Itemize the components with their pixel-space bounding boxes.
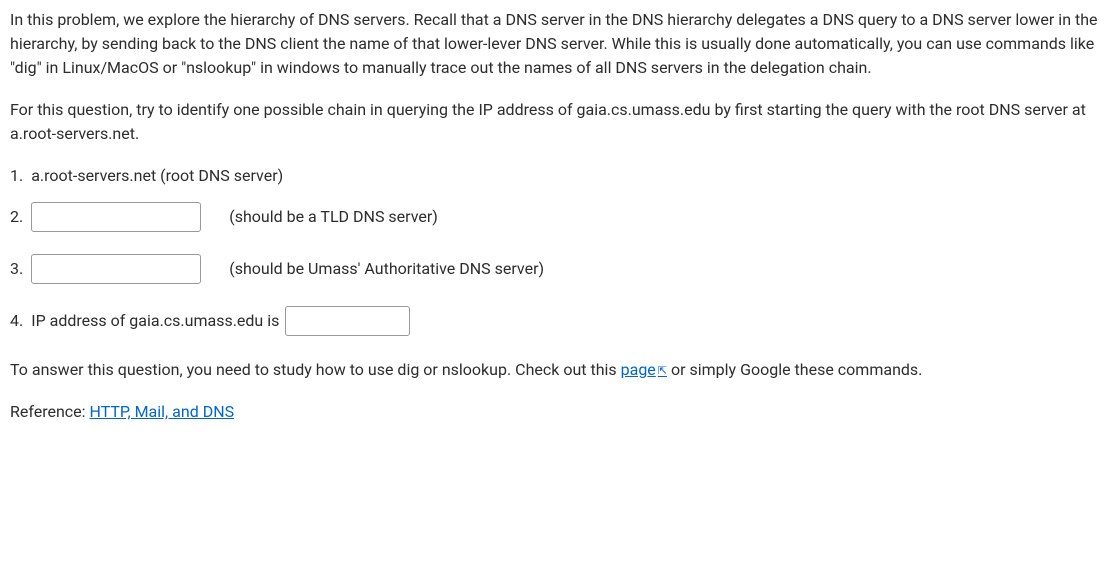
tld-dns-input[interactable] [31,202,201,232]
reference-link[interactable]: HTTP, Mail, and DNS [90,402,235,421]
footer-text-before: To answer this question, you need to stu… [10,360,621,379]
item-number: 2. [10,205,23,229]
reference-paragraph: Reference: HTTP, Mail, and DNS [10,400,1105,424]
page-link[interactable]: page⇱ [621,360,667,379]
footer-text-after: or simply Google these commands. [667,360,922,379]
external-link-icon: ⇱ [658,364,667,377]
instruction-paragraph: For this question, try to identify one p… [10,98,1105,146]
list-item-4: 4. IP address of gaia.cs.umass.edu is [10,306,1105,336]
list-item-2: 2. (should be a TLD DNS server) [10,202,1105,232]
item-label: IP address of gaia.cs.umass.edu is [31,309,279,333]
authoritative-dns-input[interactable] [31,254,201,284]
list-item-1: 1. a.root-servers.net (root DNS server) [10,164,1105,188]
item-hint: (should be a TLD DNS server) [229,205,438,229]
reference-prefix: Reference: [10,402,90,421]
footer-paragraph: To answer this question, you need to stu… [10,358,1105,382]
item-text: a.root-servers.net (root DNS server) [31,164,283,188]
item-number: 1. [10,164,23,188]
intro-paragraph: In this problem, we explore the hierarch… [10,8,1105,80]
item-number: 3. [10,257,23,281]
item-number: 4. [10,309,23,333]
ip-address-input[interactable] [285,306,410,336]
list-item-3: 3. (should be Umass' Authoritative DNS s… [10,254,1105,284]
item-hint: (should be Umass' Authoritative DNS serv… [229,257,544,281]
